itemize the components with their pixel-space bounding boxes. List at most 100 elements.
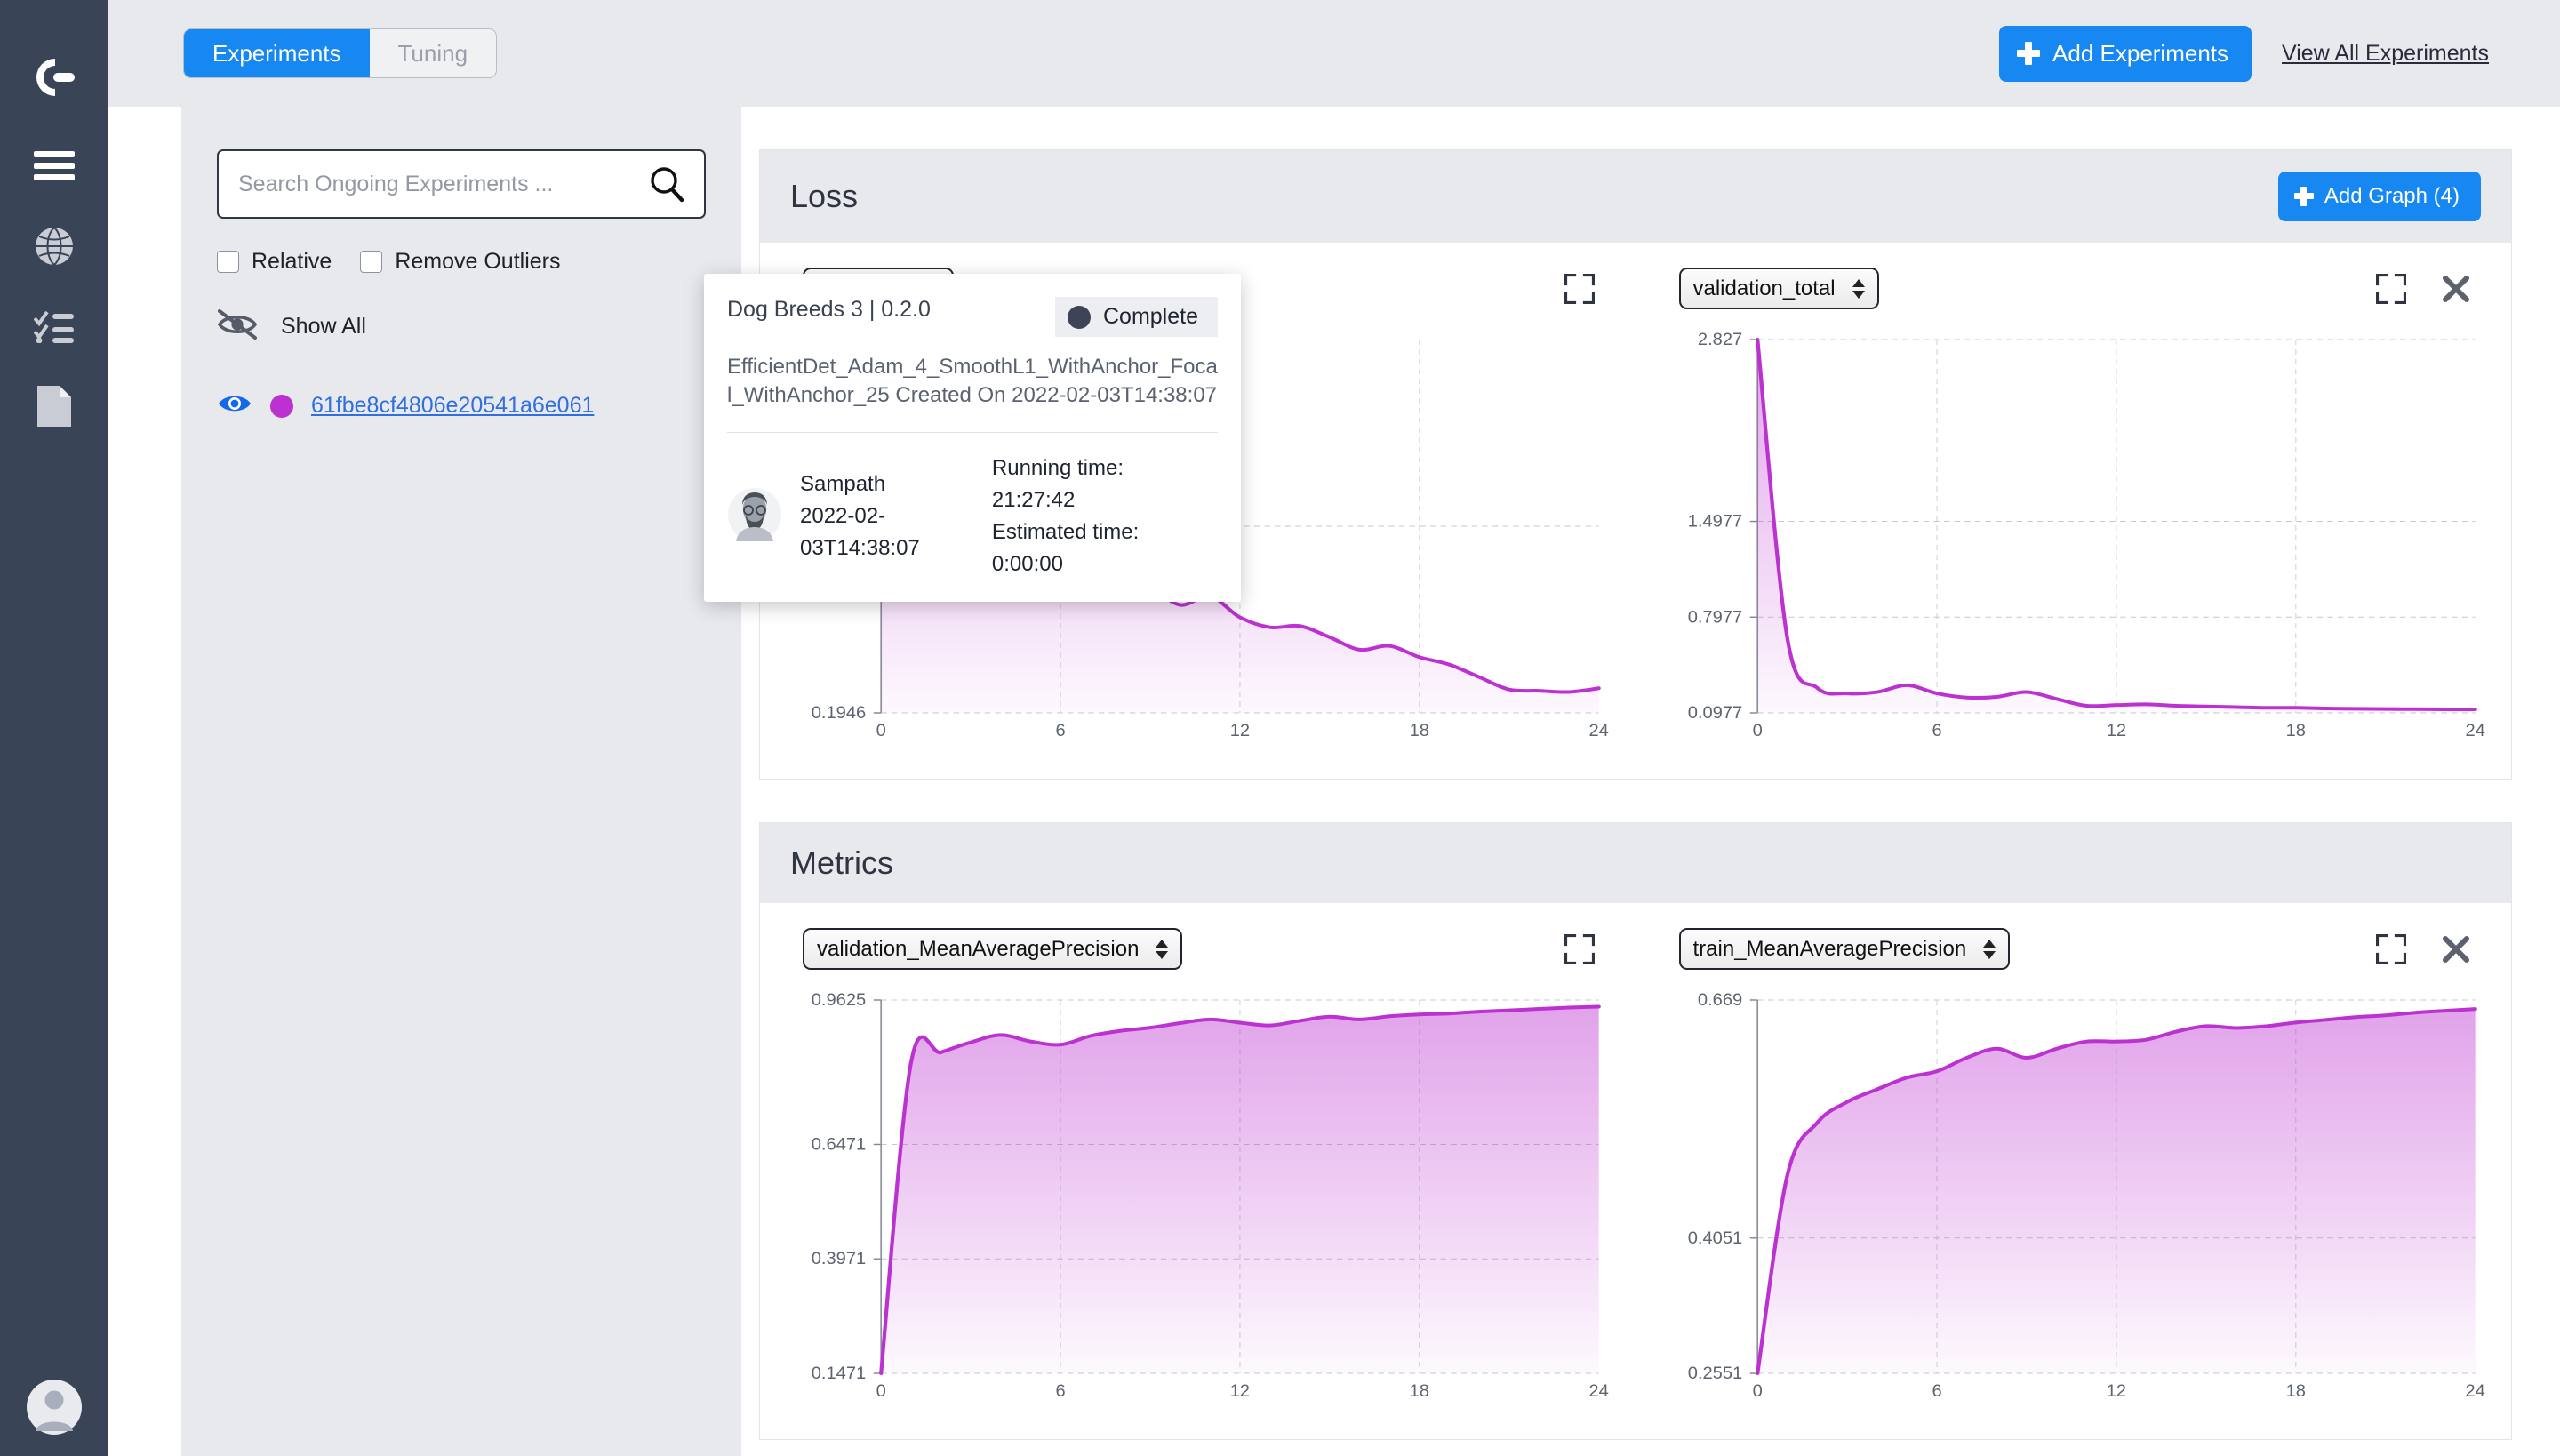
tab-tuning[interactable]: Tuning [370, 29, 497, 77]
tooltip-footer: Sampath 2022-02-03T14:38:07 Running time… [727, 452, 1218, 580]
top-bar: Experiments Tuning Add Experiments View … [108, 0, 2560, 107]
chart-validation-total-header: validation_total [1660, 268, 2489, 309]
tooltip-title: Dog Breeds 3 | 0.2.0 [727, 297, 931, 322]
svg-text:6: 6 [1055, 721, 1065, 740]
checkbox-relative-label: Relative [252, 249, 332, 274]
search-container [217, 149, 706, 219]
tooltip-estimated-time: Estimated time: 0:00:00 [991, 520, 1140, 577]
svg-text:0.0977: 0.0977 [1687, 703, 1742, 722]
add-experiments-button[interactable]: Add Experiments [1999, 25, 2252, 82]
expand-icon[interactable] [2374, 932, 2408, 965]
svg-text:6: 6 [1055, 1381, 1065, 1400]
svg-text:18: 18 [2285, 721, 2306, 740]
plot-validation-map: 0.9625 0.6471 0.3971 0.1471 0 6 12 18 24 [783, 990, 1612, 1409]
svg-text:6: 6 [1932, 1381, 1941, 1400]
metric-select-validation-total[interactable]: validation_total [1678, 268, 1879, 309]
tooltip-user: Sampath 2022-02-03T14:38:07 [727, 468, 992, 564]
metric-select-wrap: validation_MeanAveragePrecision [803, 928, 1182, 970]
section-metrics: Metrics validation_MeanAveragePrecision [759, 822, 2512, 1440]
chart-train-map: train_MeanAveragePrecision 0.669 0.4051 … [1635, 928, 2512, 1409]
svg-text:24: 24 [1588, 1381, 1609, 1400]
add-experiments-label: Add Experiments [2052, 39, 2229, 67]
section-metrics-header: Metrics [760, 823, 2511, 903]
expand-icon[interactable] [1563, 932, 1596, 965]
body-split: Relative Remove Outliers Show All [108, 107, 2560, 1456]
svg-text:0.4051: 0.4051 [1687, 1228, 1742, 1247]
globe-icon[interactable] [0, 206, 108, 286]
section-loss-title: Loss [790, 178, 859, 214]
main-area: Experiments Tuning Add Experiments View … [108, 0, 2560, 1456]
plot-validation-total: 2.827 1.4977 0.7977 0.0977 0 6 12 18 24 [1660, 330, 2489, 748]
tab-experiments[interactable]: Experiments [184, 29, 370, 77]
brand-logo-icon[interactable] [0, 28, 108, 126]
expand-icon[interactable] [1563, 272, 1596, 305]
plot-train-map: 0.669 0.4051 0.2551 0 6 12 18 24 [1660, 990, 2489, 1409]
view-all-experiments-link[interactable]: View All Experiments [2282, 41, 2489, 67]
plus-icon [2017, 42, 2041, 65]
search-icon[interactable] [649, 165, 686, 203]
chart-train-map-header: train_MeanAveragePrecision [1660, 928, 2489, 970]
checklist-icon[interactable] [0, 286, 108, 366]
metric-select-validation-map[interactable]: validation_MeanAveragePrecision [803, 928, 1182, 970]
metric-select-wrap: train_MeanAveragePrecision [1678, 928, 2010, 970]
experiments-sidebar: Relative Remove Outliers Show All [181, 107, 741, 1456]
show-all-label: Show All [281, 314, 366, 339]
checkbox-remove-outliers[interactable] [360, 251, 383, 273]
metric-select-train-map[interactable]: train_MeanAveragePrecision [1678, 928, 2010, 970]
tooltip-running-time: Running time: 21:27:42 [991, 456, 1124, 513]
svg-text:12: 12 [2106, 1381, 2125, 1400]
tooltip-user-date: 2022-02-03T14:38:07 [800, 504, 920, 561]
avatar [727, 487, 782, 547]
svg-text:2.827: 2.827 [1697, 330, 1741, 348]
eye-icon[interactable] [217, 391, 252, 420]
chart-validation-map: validation_MeanAveragePrecision 0.9625 0… [760, 928, 1636, 1409]
status-dot-icon [1068, 305, 1091, 329]
experiment-color-dot [270, 394, 293, 418]
tooltip-times: Running time: 21:27:42 Estimated time: 0… [992, 452, 1218, 580]
tooltip-user-text: Sampath 2022-02-03T14:38:07 [800, 468, 992, 564]
eye-slash-icon [217, 308, 258, 345]
tooltip-divider [727, 432, 1218, 434]
tooltip-user-name: Sampath [800, 472, 886, 497]
svg-text:12: 12 [1230, 1381, 1250, 1400]
svg-text:18: 18 [1410, 1381, 1430, 1400]
add-graph-button[interactable]: Add Graph (4) [2277, 172, 2481, 221]
svg-text:0.1471: 0.1471 [812, 1364, 867, 1382]
svg-text:0.9625: 0.9625 [812, 990, 867, 1009]
checkbox-remove-outliers-label: Remove Outliers [395, 249, 561, 274]
svg-text:0: 0 [1752, 721, 1762, 740]
svg-text:6: 6 [1932, 721, 1941, 740]
svg-text:0.2551: 0.2551 [1687, 1364, 1742, 1382]
section-loss-header: Loss Add Graph (4) [760, 150, 2511, 243]
add-graph-label: Add Graph (4) [2324, 184, 2460, 208]
plus-icon [2293, 187, 2314, 206]
experiment-list-item: 61fbe8cf4806e20541a6e061 [217, 391, 706, 420]
app-root: Experiments Tuning Add Experiments View … [0, 0, 2560, 1456]
svg-text:0.7977: 0.7977 [1687, 608, 1742, 627]
chart-actions [2374, 272, 2479, 305]
section-metrics-body: validation_MeanAveragePrecision 0.9625 0… [760, 903, 2511, 1439]
chart-validation-total: validation_total 2.827 1.4977 0.7977 0.0… [1635, 268, 2512, 748]
show-all-toggle[interactable]: Show All [217, 308, 706, 345]
filter-checkboxes: Relative Remove Outliers [217, 249, 706, 275]
svg-text:0.669: 0.669 [1697, 990, 1741, 1009]
close-icon[interactable] [2442, 935, 2470, 964]
svg-text:24: 24 [1588, 721, 1609, 740]
svg-text:12: 12 [2106, 721, 2125, 740]
expand-icon[interactable] [2374, 272, 2408, 305]
experiment-id-link[interactable]: 61fbe8cf4806e20541a6e061 [311, 393, 594, 419]
chart-validation-map-header: validation_MeanAveragePrecision [783, 928, 1612, 970]
chart-actions [1563, 932, 1604, 965]
svg-text:24: 24 [2465, 721, 2485, 740]
search-input[interactable] [217, 149, 706, 219]
close-icon[interactable] [2442, 275, 2470, 303]
svg-text:0.3971: 0.3971 [812, 1250, 867, 1268]
checkbox-relative[interactable] [217, 251, 239, 273]
status-badge: Complete [1055, 297, 1218, 337]
document-icon[interactable] [0, 366, 108, 446]
metric-select-wrap: validation_total [1678, 268, 1879, 309]
user-avatar[interactable] [0, 1380, 108, 1435]
svg-text:0: 0 [876, 721, 886, 740]
svg-text:1.4977: 1.4977 [1687, 512, 1742, 531]
hamburger-menu-icon[interactable] [0, 126, 108, 206]
